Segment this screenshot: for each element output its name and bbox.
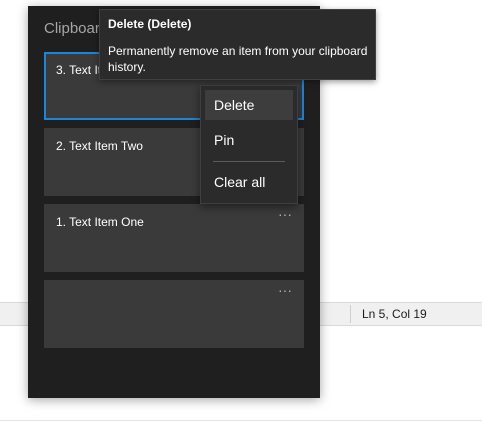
status-separator xyxy=(350,305,351,323)
menu-item-label: Clear all xyxy=(214,174,266,190)
delete-tooltip: Delete (Delete) Permanently remove an it… xyxy=(99,9,376,80)
clipboard-item[interactable]: ··· xyxy=(44,280,304,348)
more-options-icon[interactable]: ··· xyxy=(278,282,292,298)
item-context-menu: Delete Pin Clear all xyxy=(200,85,298,204)
clipboard-item-text: 1. Text Item One xyxy=(56,215,144,229)
clipboard-item-text: 2. Text Item Two xyxy=(56,139,143,153)
cursor-position: Ln 5, Col 19 xyxy=(362,307,427,321)
tooltip-description: Permanently remove an item from your cli… xyxy=(108,44,368,74)
menu-divider xyxy=(213,161,285,162)
menu-item-pin[interactable]: Pin xyxy=(205,125,293,155)
menu-item-label: Delete xyxy=(214,97,255,113)
menu-item-clear-all[interactable]: Clear all xyxy=(205,167,293,197)
menu-item-label: Pin xyxy=(214,132,235,148)
more-options-icon[interactable]: ··· xyxy=(278,206,292,222)
tooltip-title: Delete (Delete) xyxy=(108,17,192,31)
clipboard-item[interactable]: 1. Text Item One ··· xyxy=(44,204,304,272)
menu-item-delete[interactable]: Delete xyxy=(205,90,293,120)
window-edge xyxy=(0,420,482,421)
